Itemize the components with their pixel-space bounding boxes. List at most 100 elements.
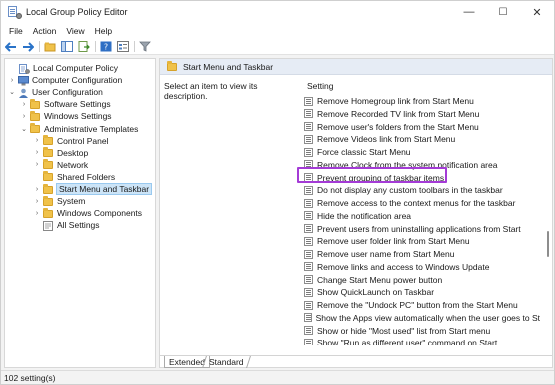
filter-icon[interactable]	[138, 40, 152, 54]
description-text: Select an item to view its description.	[164, 81, 258, 101]
policy-setting-icon	[304, 134, 313, 144]
tab-standard[interactable]: Standard	[202, 356, 251, 368]
tree-item[interactable]: › Computer Configuration	[8, 74, 122, 86]
export-list-icon[interactable]	[77, 40, 91, 54]
tree-item[interactable]: › Software Settings	[20, 98, 111, 110]
setting-row[interactable]: Remove access to the context menus for t…	[300, 197, 540, 209]
tree-item[interactable]: ⌄ User Configuration	[8, 86, 103, 98]
setting-row[interactable]: Remove Videos link from Start Menu	[300, 133, 540, 145]
tree-item[interactable]: ⌄ Administrative Templates	[20, 123, 138, 135]
settings-scrollbar[interactable]	[544, 75, 552, 343]
setting-row[interactable]: Remove links and access to Windows Updat…	[300, 261, 540, 273]
tree-item-label: Administrative Templates	[44, 123, 139, 134]
setting-row[interactable]: Remove the "Undock PC" button from the S…	[300, 299, 540, 311]
properties-icon[interactable]	[116, 40, 130, 54]
tree-item[interactable]: › Windows Components	[33, 207, 142, 219]
setting-row[interactable]: Show QuickLaunch on Taskbar	[300, 286, 540, 298]
setting-row[interactable]: Show the Apps view automatically when th…	[300, 312, 540, 324]
help-icon[interactable]: ?	[99, 40, 113, 54]
setting-row[interactable]: Do not display any custom toolbars in th…	[300, 184, 540, 196]
setting-label: Show the Apps view automatically when th…	[315, 312, 540, 323]
menu-bar: File Action View Help	[1, 23, 554, 39]
show-hide-tree-icon[interactable]	[60, 40, 74, 54]
policy-setting-icon	[304, 338, 313, 345]
setting-row[interactable]: Prevent users from uninstalling applicat…	[300, 223, 540, 235]
title-bar[interactable]: Local Group Policy Editor — ☐ ✕	[1, 1, 554, 23]
up-folder-icon[interactable]	[43, 40, 57, 54]
chevron-right-icon[interactable]: ›	[33, 198, 41, 205]
settings-list[interactable]: Setting Remove Homegroup link from Start…	[300, 75, 552, 345]
gpedit-window: Local Group Policy Editor — ☐ ✕ File Act…	[0, 0, 555, 385]
tree-item[interactable]: › Start Menu and Taskbar	[33, 183, 153, 195]
setting-label: Show QuickLaunch on Taskbar	[317, 287, 435, 298]
menu-view[interactable]: View	[66, 26, 84, 36]
back-arrow-icon[interactable]	[4, 40, 18, 54]
status-text: 102 setting(s)	[4, 372, 56, 383]
maximize-button[interactable]: ☐	[486, 1, 520, 23]
close-button[interactable]: ✕	[520, 1, 554, 23]
policy-setting-icon	[304, 147, 313, 157]
tree-item[interactable]: All Settings	[33, 219, 100, 231]
settings-list-icon	[43, 220, 54, 231]
tree-item-label: Windows Components	[57, 208, 143, 219]
setting-row[interactable]: Show "Run as different user" command on …	[300, 337, 540, 345]
setting-row[interactable]: Remove user name from Start Menu	[300, 248, 540, 260]
setting-row[interactable]: Show or hide "Most used" list from Start…	[300, 325, 540, 337]
setting-row[interactable]: Remove Homegroup link from Start Menu	[300, 95, 540, 107]
chevron-right-icon[interactable]: ›	[20, 101, 28, 108]
policy-setting-icon	[304, 198, 313, 208]
settings-pane-title: Start Menu and Taskbar	[183, 61, 274, 72]
scrollbar-thumb[interactable]	[547, 231, 549, 257]
chevron-right-icon[interactable]: ›	[8, 77, 16, 84]
tree-item-label: System	[57, 196, 86, 207]
menu-file[interactable]: File	[9, 26, 23, 36]
tree-item[interactable]: Local Computer Policy	[9, 62, 118, 74]
setting-row[interactable]: Remove user folder link from Start Menu	[300, 235, 540, 247]
setting-row[interactable]: Force classic Start Menu	[300, 146, 540, 158]
tree-item[interactable]: › System	[33, 195, 85, 207]
tab-standard-label: Standard	[209, 357, 244, 367]
chevron-right-icon[interactable]: ›	[20, 113, 28, 120]
menu-help[interactable]: Help	[95, 26, 112, 36]
policy-tree[interactable]: Local Computer Policy › Computer Configura…	[4, 58, 156, 368]
policy-setting-icon	[304, 224, 313, 233]
tree-item[interactable]: › Windows Settings	[20, 110, 112, 122]
setting-label: Do not display any custom toolbars in th…	[317, 185, 503, 196]
chevron-down-icon[interactable]: ⌄	[20, 125, 28, 133]
policy-setting-icon	[304, 313, 312, 323]
tree-item[interactable]: › Control Panel	[33, 135, 109, 147]
minimize-button[interactable]: —	[452, 1, 486, 23]
setting-label: Hide the notification area	[317, 210, 412, 221]
setting-row[interactable]: Hide the notification area	[300, 210, 540, 222]
setting-row[interactable]: Change Start Menu power button	[300, 274, 540, 286]
tree-item-label: Software Settings	[44, 99, 111, 110]
setting-label: Prevent users from uninstalling applicat…	[317, 223, 521, 234]
tree-item-label: Computer Configuration	[32, 75, 123, 86]
chevron-right-icon[interactable]: ›	[33, 161, 41, 168]
setting-row[interactable]: Remove user's folders from the Start Men…	[300, 121, 540, 133]
setting-label: Show or hide "Most used" list from Start…	[317, 325, 491, 336]
tree-item-label: All Settings	[57, 220, 100, 231]
settings-pane-header: Start Menu and Taskbar	[160, 59, 552, 75]
policy-setting-icon	[304, 211, 313, 221]
folder-icon	[43, 183, 54, 194]
tree-item[interactable]: Shared Folders	[33, 171, 115, 183]
tree-item-label: Windows Settings	[44, 111, 112, 122]
forward-arrow-icon[interactable]	[21, 40, 35, 54]
menu-action[interactable]: Action	[33, 26, 57, 36]
column-header-setting[interactable]: Setting	[307, 81, 333, 91]
chevron-right-icon[interactable]: ›	[33, 149, 41, 156]
view-tabs: Extended Standard	[160, 355, 552, 368]
setting-label: Remove access to the context menus for t…	[317, 198, 516, 208]
policy-setting-icon	[304, 326, 313, 335]
folder-icon	[43, 159, 54, 170]
chevron-right-icon[interactable]: ›	[33, 137, 41, 144]
chevron-down-icon[interactable]: ⌄	[8, 88, 16, 96]
chevron-right-icon[interactable]: ›	[33, 210, 41, 217]
folder-icon	[30, 110, 41, 121]
tree-item[interactable]: › Network	[33, 159, 88, 171]
policy-setting-icon	[304, 185, 313, 195]
tree-item[interactable]: › Desktop	[33, 147, 88, 159]
setting-row[interactable]: Remove Recorded TV link from Start Menu	[300, 108, 540, 120]
chevron-right-icon[interactable]: ›	[33, 186, 41, 193]
